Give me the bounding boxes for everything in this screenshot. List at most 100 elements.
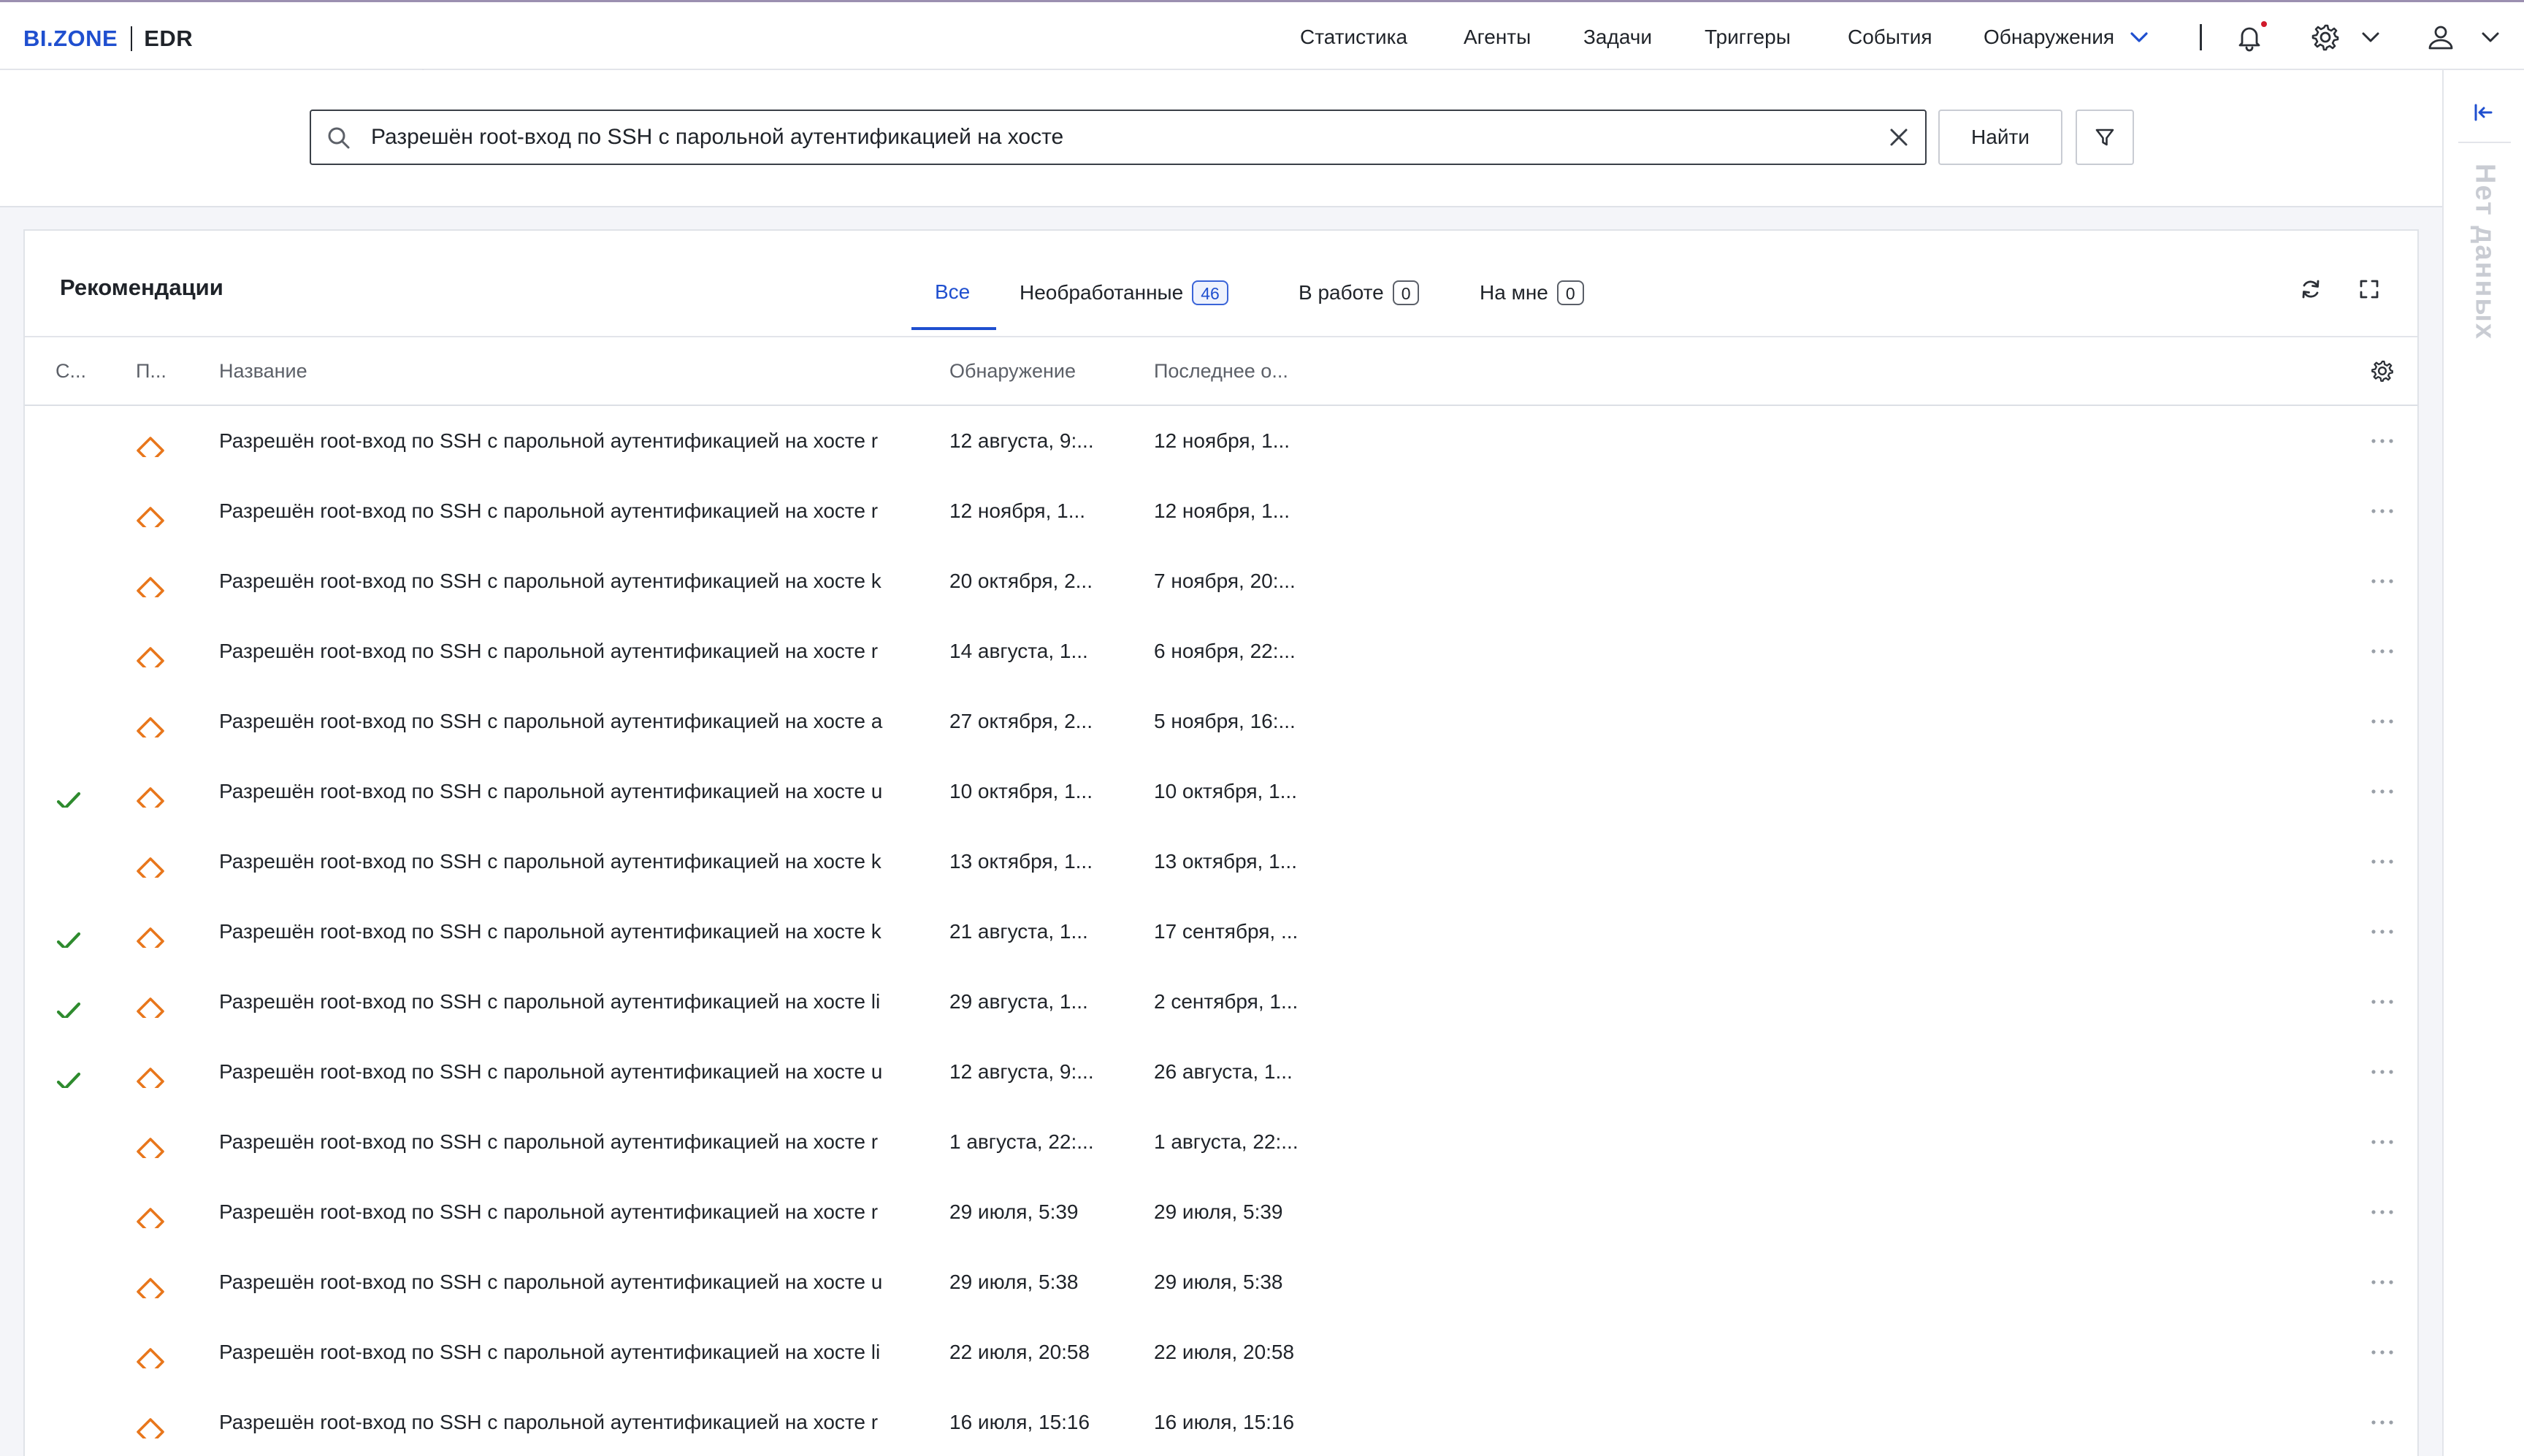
tab-all[interactable]: Все: [935, 280, 970, 304]
row-name[interactable]: Разрешён root-вход по SSH с парольной ау…: [219, 1247, 951, 1317]
filter-icon: [2095, 129, 2114, 146]
column-status[interactable]: С...: [56, 337, 86, 405]
tab-in-progress[interactable]: В работе 0: [1299, 280, 1420, 305]
tab-assigned-to-me-count: 0: [1556, 280, 1584, 305]
tab-unprocessed[interactable]: Необработанные 46: [1020, 280, 1228, 305]
table-row[interactable]: Разрешён root-вход по SSH с парольной ау…: [25, 1177, 2417, 1247]
priority-diamond-icon: [134, 916, 167, 948]
row-name[interactable]: Разрешён root-вход по SSH с парольной ау…: [219, 1317, 951, 1387]
row-last-occurrence: 22 июля, 20:58: [1154, 1341, 1295, 1363]
table-row[interactable]: Разрешён root-вход по SSH с парольной ау…: [25, 827, 2417, 897]
row-actions-button[interactable]: [2366, 1126, 2398, 1158]
filter-button[interactable]: [2076, 110, 2134, 165]
more-dots-icon: [2371, 1140, 2393, 1144]
row-name[interactable]: Разрешён root-вход по SSH с парольной ау…: [219, 406, 951, 476]
table-row[interactable]: Разрешён root-вход по SSH с парольной ау…: [25, 406, 2417, 476]
row-name[interactable]: Разрешён root-вход по SSH с парольной ау…: [219, 1177, 951, 1247]
row-name[interactable]: Разрешён root-вход по SSH с парольной ау…: [219, 1037, 951, 1107]
row-detected: 20 октября, 2...: [949, 570, 1093, 592]
row-name[interactable]: Разрешён root-вход по SSH с парольной ау…: [219, 897, 951, 967]
expand-panel-button[interactable]: [2468, 98, 2498, 127]
row-actions-button[interactable]: [2366, 775, 2398, 808]
row-name[interactable]: Разрешён root-вход по SSH с парольной ау…: [219, 616, 951, 686]
logo[interactable]: BI.ZONE EDR: [23, 24, 193, 53]
row-detected: 14 августа, 1...: [949, 640, 1088, 662]
row-actions-button[interactable]: [2366, 1196, 2398, 1228]
column-name[interactable]: Название: [219, 337, 307, 405]
row-name[interactable]: Разрешён root-вход по SSH с парольной ау…: [219, 1107, 951, 1177]
row-name[interactable]: Разрешён root-вход по SSH с парольной ау…: [219, 476, 951, 546]
row-actions-button[interactable]: [2366, 1406, 2398, 1438]
row-actions-button[interactable]: [2366, 986, 2398, 1018]
nav-item-events[interactable]: События: [1848, 2, 1932, 72]
priority-diamond-icon: [134, 1196, 167, 1228]
nav-item-statistics[interactable]: Статистика: [1300, 2, 1407, 72]
row-detected: 10 октября, 1...: [949, 780, 1093, 802]
row-name[interactable]: Разрешён root-вход по SSH с парольной ау…: [219, 1387, 951, 1456]
row-actions-button[interactable]: [2366, 1266, 2398, 1298]
row-last-occurrence: 5 ноября, 16:...: [1154, 710, 1296, 732]
table-row[interactable]: Разрешён root-вход по SSH с парольной ау…: [25, 1037, 2417, 1107]
priority-diamond-icon: [134, 1266, 167, 1298]
row-actions-button[interactable]: [2366, 1336, 2398, 1368]
checkmark-icon: [53, 1056, 85, 1088]
tab-assigned-to-me[interactable]: На мне 0: [1480, 280, 1584, 305]
gear-icon: [2311, 24, 2339, 51]
row-name[interactable]: Разрешён root-вход по SSH с парольной ау…: [219, 546, 951, 616]
table-row[interactable]: Разрешён root-вход по SSH с парольной ау…: [25, 756, 2417, 827]
row-name[interactable]: Разрешён root-вход по SSH с парольной ау…: [219, 967, 951, 1037]
row-actions-button[interactable]: [2366, 565, 2398, 597]
fullscreen-button[interactable]: [2353, 273, 2385, 305]
column-last-occurrence[interactable]: Последнее о...: [1154, 337, 1288, 405]
table-row[interactable]: Разрешён root-вход по SSH с парольной ау…: [25, 546, 2417, 616]
row-last-occurrence: 26 августа, 1...: [1154, 1060, 1293, 1083]
more-dots-icon: [2371, 1000, 2393, 1004]
row-actions-button[interactable]: [2366, 635, 2398, 667]
row-detected: 29 июля, 5:38: [949, 1271, 1079, 1293]
row-actions-button[interactable]: [2366, 705, 2398, 737]
find-button[interactable]: Найти: [1938, 110, 2062, 165]
clear-search-button[interactable]: [1884, 123, 1913, 152]
user-menu-button[interactable]: [2423, 20, 2458, 55]
fullscreen-icon: [2360, 280, 2379, 299]
user-menu-toggle[interactable]: [2473, 20, 2508, 55]
nav-item-tasks[interactable]: Задачи: [1583, 2, 1652, 72]
tab-in-progress-label: В работе: [1299, 281, 1384, 304]
row-last-occurrence: 12 ноября, 1...: [1154, 499, 1290, 522]
row-detected: 16 июля, 15:16: [949, 1411, 1090, 1433]
column-priority[interactable]: П...: [136, 337, 167, 405]
priority-diamond-icon: [134, 1056, 167, 1088]
row-actions-button[interactable]: [2366, 1056, 2398, 1088]
row-name[interactable]: Разрешён root-вход по SSH с парольной ау…: [219, 686, 951, 756]
table-settings-button[interactable]: [2366, 355, 2398, 387]
nav-item-triggers[interactable]: Триггеры: [1705, 2, 1791, 72]
row-last-occurrence: 29 июля, 5:39: [1154, 1200, 1283, 1223]
row-actions-button[interactable]: [2366, 495, 2398, 527]
table-row[interactable]: Разрешён root-вход по SSH с парольной ау…: [25, 686, 2417, 756]
row-last-occurrence: 16 июля, 15:16: [1154, 1411, 1295, 1433]
row-actions-button[interactable]: [2366, 916, 2398, 948]
collapse-arrow-icon: [2474, 104, 2493, 121]
table-row[interactable]: Разрешён root-вход по SSH с парольной ау…: [25, 1387, 2417, 1456]
table-row[interactable]: Разрешён root-вход по SSH с парольной ау…: [25, 1107, 2417, 1177]
search-input[interactable]: Разрешён root-вход по SSH с парольной ау…: [310, 110, 1927, 165]
more-dots-icon: [2371, 1210, 2393, 1214]
nav-item-detections[interactable]: Обнаружения: [1984, 2, 2151, 72]
table-row[interactable]: Разрешён root-вход по SSH с парольной ау…: [25, 476, 2417, 546]
row-name[interactable]: Разрешён root-вход по SSH с парольной ау…: [219, 756, 951, 827]
row-actions-button[interactable]: [2366, 425, 2398, 457]
table-row[interactable]: Разрешён root-вход по SSH с парольной ау…: [25, 1317, 2417, 1387]
table-row[interactable]: Разрешён root-вход по SSH с парольной ау…: [25, 1247, 2417, 1317]
row-name[interactable]: Разрешён root-вход по SSH с парольной ау…: [219, 827, 951, 897]
table-row[interactable]: Разрешён root-вход по SSH с парольной ау…: [25, 616, 2417, 686]
refresh-button[interactable]: [2295, 273, 2327, 305]
row-actions-button[interactable]: [2366, 846, 2398, 878]
nav-item-agents[interactable]: Агенты: [1464, 2, 1531, 72]
settings-menu-toggle[interactable]: [2353, 20, 2388, 55]
more-dots-icon: [2371, 579, 2393, 583]
table-row[interactable]: Разрешён root-вход по SSH с парольной ау…: [25, 967, 2417, 1037]
more-dots-icon: [2371, 439, 2393, 443]
settings-button[interactable]: [2308, 20, 2343, 55]
column-detected[interactable]: Обнаружение: [949, 337, 1076, 405]
table-row[interactable]: Разрешён root-вход по SSH с парольной ау…: [25, 897, 2417, 967]
